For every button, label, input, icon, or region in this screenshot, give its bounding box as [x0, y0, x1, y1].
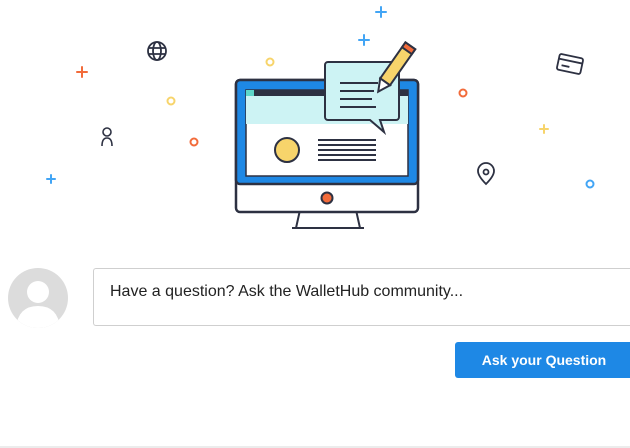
community-illustration: [46, 6, 595, 229]
user-icon: [101, 127, 113, 147]
ask-question-button[interactable]: Ask your Question: [455, 342, 630, 378]
circle-icon: [189, 137, 199, 147]
plus-icon: [76, 66, 88, 78]
ask-question-button-label: Ask your Question: [481, 352, 607, 368]
plus-icon: [539, 124, 549, 134]
default-user-avatar-icon: [16, 281, 60, 328]
plus-icon: [375, 6, 387, 18]
question-prompt-text: Have a question? Ask the WalletHub commu…: [110, 283, 464, 300]
plus-icon: [358, 34, 370, 46]
circle-icon: [585, 179, 595, 189]
circle-icon: [166, 96, 176, 106]
credit-card-icon: [556, 53, 584, 75]
plus-icon: [46, 174, 56, 184]
circle-icon: [265, 57, 275, 67]
location-pin-icon: [477, 162, 495, 186]
question-input[interactable]: Have a question? Ask the WalletHub commu…: [93, 268, 630, 326]
globe-icon: [147, 41, 167, 61]
avatar: [8, 268, 68, 328]
circle-icon: [458, 88, 468, 98]
